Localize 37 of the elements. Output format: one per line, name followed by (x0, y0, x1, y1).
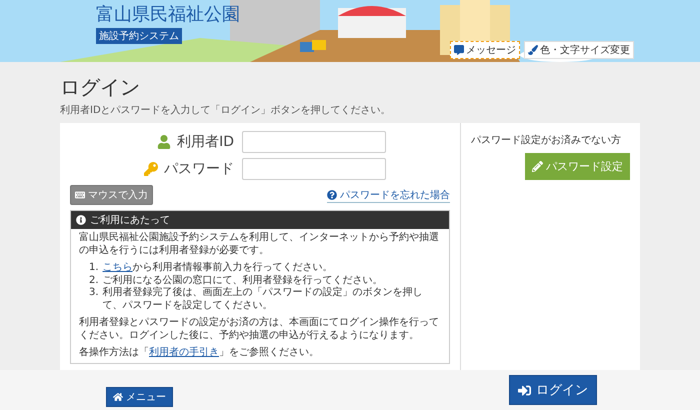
notice-paragraph: 富山県民福祉公園施設予約システムを利用して、インターネットから予約や抽選の申込を行うには利用者登録が必要です。 (79, 232, 440, 257)
speech-bubble-icon (454, 45, 464, 55)
field-label: 利用者ID (134, 133, 234, 151)
step-text: ご利用になる公園の窓口にて、利用者登録を行ってください。 (102, 274, 383, 286)
guide-sentence: 各操作方法は「利用者の手引き」をご参照ください。 (79, 347, 320, 360)
brush-icon (528, 45, 538, 55)
mouse-input-button[interactable]: マウスで入力 (70, 185, 153, 205)
user-guide-link[interactable]: 利用者の手引き (149, 347, 219, 358)
notice-title: ご利用にあたって (90, 214, 170, 227)
field-label: パスワード (134, 160, 234, 178)
user-id-field[interactable] (242, 131, 386, 153)
page-title: ログイン (60, 74, 141, 101)
info-icon (76, 215, 86, 225)
login-button[interactable]: ログイン (509, 375, 597, 405)
pencil-icon (532, 161, 543, 172)
page-description: 利用者IDとパスワードを入力して「ログイン」ボタンを押してください。 (60, 104, 392, 117)
password-field[interactable] (242, 158, 386, 180)
display-settings-button[interactable]: 色・文字サイズ変更 (524, 41, 634, 59)
site-title: 富山県民福祉公園 (96, 4, 240, 26)
system-subtitle: 施設予約システム (96, 28, 182, 44)
key-icon (144, 162, 158, 176)
step-text: こちらから利用者情報事前入力を行ってください。 (102, 262, 333, 274)
notice-paragraph: 利用者登録とパスワードの設定がお済の方は、本画面にてログイン操作を行ってください。ログインした後に、予約や抽選の申込が行えるようになります。 (79, 317, 440, 342)
home-icon (113, 392, 123, 402)
step-number: 2. (89, 274, 99, 287)
registration-link[interactable]: こちら (102, 262, 133, 273)
message-button[interactable]: メッセージ (450, 41, 520, 59)
keyboard-icon (75, 190, 85, 200)
user-icon (157, 135, 172, 149)
sign-in-icon (518, 384, 531, 396)
step-number: 1. (89, 262, 99, 274)
step-number: 3. (89, 287, 99, 300)
step-text: 利用者登録完了後は、画面左上の「パスワードの設定」のボタンを押して、パスワードを設定してください。 (102, 287, 424, 312)
help-icon (327, 190, 337, 200)
forgot-password-link[interactable]: パスワードを忘れた場合 (327, 188, 450, 202)
menu-button[interactable]: メニュー (106, 387, 173, 407)
password-setup-prompt: パスワード設定がお済みでない方 (471, 134, 621, 147)
